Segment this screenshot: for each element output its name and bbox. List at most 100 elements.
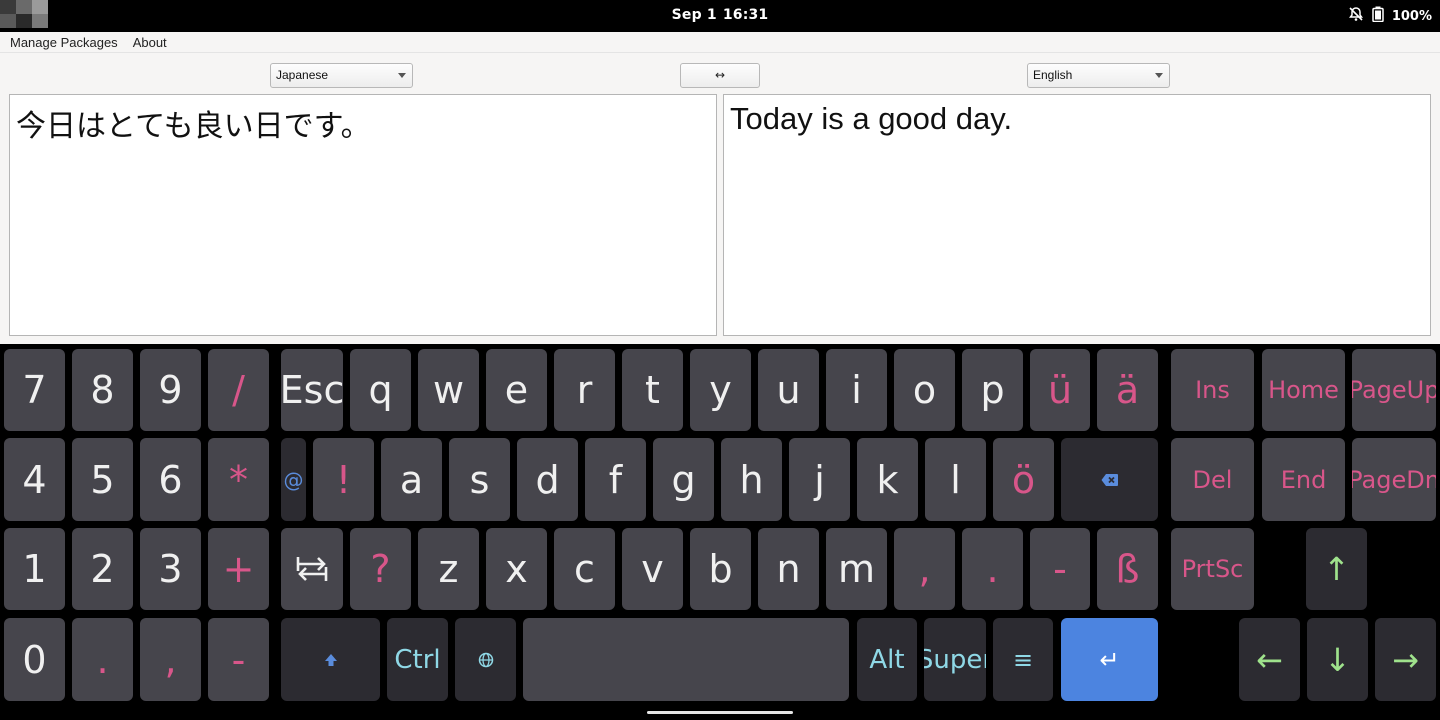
ctrl-key[interactable]: Ctrl — [387, 618, 448, 701]
key-t[interactable]: t — [622, 349, 683, 431]
status-date: Sep 1 — [671, 7, 717, 23]
printscreen-key[interactable]: PrtSc — [1171, 528, 1254, 610]
end-key[interactable]: End — [1262, 438, 1345, 521]
key-eszett[interactable]: ß — [1097, 528, 1158, 610]
key-p[interactable]: p — [962, 349, 1023, 431]
space-key[interactable] — [523, 618, 849, 701]
menu-key[interactable]: ≡ — [993, 618, 1053, 701]
key-asterisk[interactable]: * — [208, 438, 269, 521]
key-y[interactable]: y — [690, 349, 751, 431]
key-minus[interactable]: - — [208, 618, 269, 701]
pageup-key[interactable]: PageUp — [1352, 349, 1436, 431]
key-o-umlaut[interactable]: ö — [993, 438, 1054, 521]
backspace-icon — [1101, 473, 1118, 486]
key-2[interactable]: 2 — [72, 528, 133, 610]
backspace-key[interactable] — [1061, 438, 1158, 521]
key-h[interactable]: h — [721, 438, 782, 521]
menu-bar: Manage Packages About — [0, 32, 1440, 53]
key-8[interactable]: 8 — [72, 349, 133, 431]
status-time: 16:31 — [722, 7, 769, 23]
key-slash[interactable]: / — [208, 349, 269, 431]
home-indicator[interactable] — [647, 711, 793, 714]
key-b[interactable]: b — [690, 528, 751, 610]
chevron-down-icon — [1155, 73, 1163, 78]
key-s[interactable]: s — [449, 438, 510, 521]
key-1[interactable]: 1 — [4, 528, 65, 610]
language-key[interactable] — [455, 618, 516, 701]
super-key[interactable]: Super — [924, 618, 986, 701]
menu-manage-packages[interactable]: Manage Packages — [10, 35, 118, 50]
arrow-left-key[interactable]: ← — [1239, 618, 1300, 701]
source-language-select[interactable]: Japanese — [270, 63, 413, 88]
key-i[interactable]: i — [826, 349, 887, 431]
home-key[interactable]: Home — [1262, 349, 1345, 431]
swap-languages-button[interactable]: ↔ — [680, 63, 760, 88]
key-u-umlaut[interactable]: ü — [1030, 349, 1090, 431]
arrow-down-key[interactable]: ↓ — [1307, 618, 1368, 701]
key-question[interactable]: ? — [350, 528, 411, 610]
key-r[interactable]: r — [554, 349, 615, 431]
key-o[interactable]: o — [894, 349, 955, 431]
key-plus[interactable]: + — [208, 528, 269, 610]
shift-icon — [324, 653, 337, 666]
alt-key[interactable]: Alt — [857, 618, 917, 701]
target-text: Today is a good day. — [730, 101, 1013, 136]
status-bar: Sep 1 16:31 100% — [0, 0, 1440, 32]
key-n[interactable]: n — [758, 528, 819, 610]
key-u[interactable]: u — [758, 349, 819, 431]
arrow-right-key[interactable]: → — [1375, 618, 1436, 701]
key-c[interactable]: c — [554, 528, 615, 610]
key-comma[interactable]: , — [140, 618, 201, 701]
key-5[interactable]: 5 — [72, 438, 133, 521]
key-x[interactable]: x — [486, 528, 547, 610]
key-3[interactable]: 3 — [140, 528, 201, 610]
target-language-value: English — [1033, 68, 1073, 82]
key-minus-main[interactable]: - — [1030, 528, 1090, 610]
key-esc[interactable]: Esc — [281, 349, 343, 431]
key-comma-main[interactable]: , — [894, 528, 955, 610]
delete-key[interactable]: Del — [1171, 438, 1254, 521]
clock: Sep 1 16:31 — [0, 7, 1440, 23]
key-period[interactable]: . — [72, 618, 133, 701]
notifications-off-icon — [1348, 6, 1364, 26]
battery-percent: 100% — [1391, 8, 1432, 24]
globe-icon — [478, 652, 493, 667]
key-period-main[interactable]: . — [962, 528, 1023, 610]
key-g[interactable]: g — [653, 438, 714, 521]
key-9[interactable]: 9 — [140, 349, 201, 431]
key-k[interactable]: k — [857, 438, 918, 521]
source-text-area[interactable]: 今日はとても良い日です。 — [9, 94, 717, 336]
key-0[interactable]: 0 — [4, 618, 65, 701]
key-exclamation[interactable]: ! — [313, 438, 374, 521]
key-q[interactable]: q — [350, 349, 411, 431]
target-text-area[interactable]: Today is a good day. — [723, 94, 1431, 336]
key-d[interactable]: d — [517, 438, 578, 521]
key-a-umlaut[interactable]: ä — [1097, 349, 1158, 431]
key-v[interactable]: v — [622, 528, 683, 610]
tab-icon — [296, 557, 328, 581]
key-7[interactable]: 7 — [4, 349, 65, 431]
key-l[interactable]: l — [925, 438, 986, 521]
source-text: 今日はとても良い日です。 — [16, 109, 371, 144]
shift-key[interactable] — [281, 618, 380, 701]
pagedown-key[interactable]: PageDn — [1352, 438, 1436, 521]
key-at[interactable]: @ — [281, 438, 306, 521]
target-language-select[interactable]: English — [1027, 63, 1170, 88]
menu-about[interactable]: About — [133, 35, 167, 50]
key-w[interactable]: w — [418, 349, 479, 431]
on-screen-keyboard: 7 8 9 / 4 5 6 * 1 2 3 + 0 . , - Esc q w … — [0, 345, 1440, 720]
tab-key[interactable] — [281, 528, 343, 610]
key-a[interactable]: a — [381, 438, 442, 521]
arrow-up-key[interactable]: ↑ — [1306, 528, 1367, 610]
translator-window: Manage Packages About Japanese ↔ English… — [0, 32, 1440, 344]
key-4[interactable]: 4 — [4, 438, 65, 521]
key-6[interactable]: 6 — [140, 438, 201, 521]
key-m[interactable]: m — [826, 528, 887, 610]
key-e[interactable]: e — [486, 349, 547, 431]
chevron-down-icon — [398, 73, 406, 78]
key-z[interactable]: z — [418, 528, 479, 610]
key-j[interactable]: j — [789, 438, 850, 521]
key-f[interactable]: f — [585, 438, 646, 521]
insert-key[interactable]: Ins — [1171, 349, 1254, 431]
enter-key[interactable]: ↵ — [1061, 618, 1158, 701]
